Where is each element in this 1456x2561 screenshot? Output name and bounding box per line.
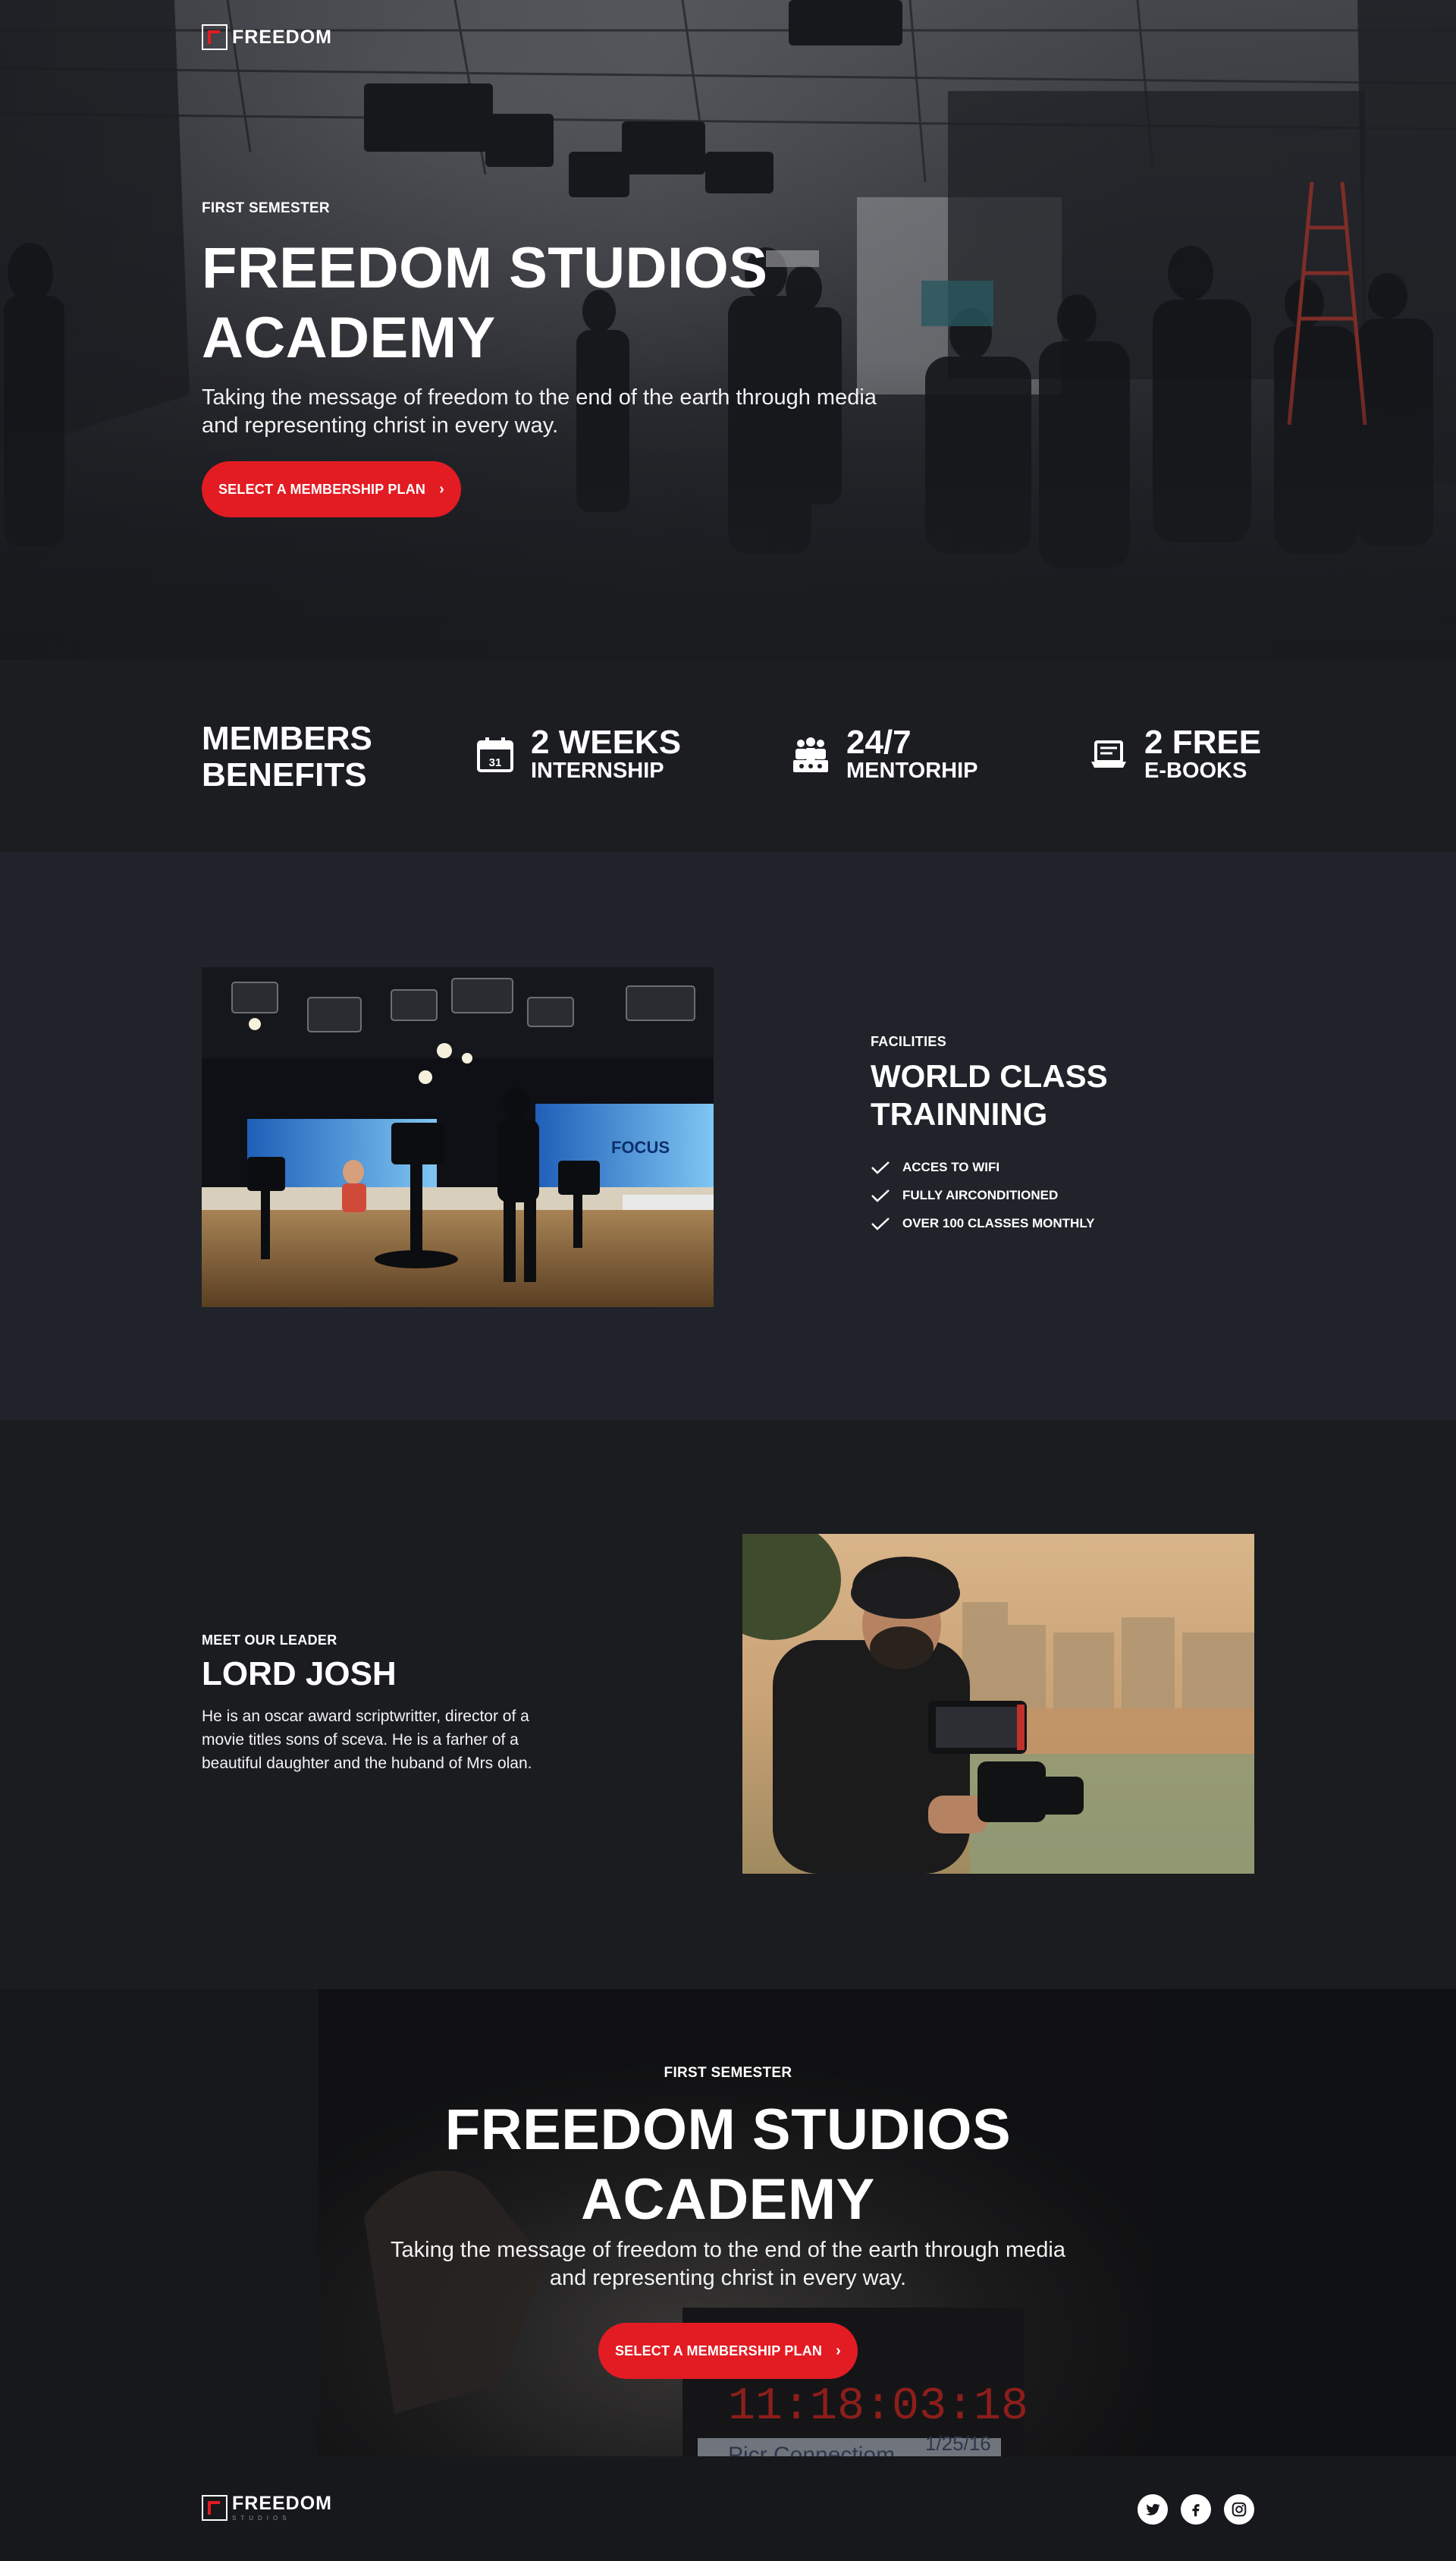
logo-subtext: STUDIOS	[232, 2515, 291, 2522]
select-membership-plan-button[interactable]: SELECT A MEMBERSHIP PLAN ›	[202, 461, 461, 517]
select-membership-plan-label: SELECT A MEMBERSHIP PLAN	[218, 481, 426, 497]
chevron-right-icon: ›	[836, 2343, 842, 2359]
list-item: ACCES TO WIFI	[871, 1153, 1265, 1181]
benefits-title: MEMBERS BENEFITS	[202, 721, 372, 793]
cta-subtitle: Taking the message of freedom to the end…	[0, 2236, 1456, 2292]
cta-title: FREEDOM STUDIOS ACADEMY	[0, 2095, 1456, 2235]
cta-content: FIRST SEMESTER FREEDOM STUDIOS ACADEMY T…	[0, 1989, 1456, 2456]
facilities-list: ACCES TO WIFI FULLY AIRCONDITIONED OVER …	[871, 1153, 1265, 1237]
cta-select-membership-plan-button[interactable]: SELECT A MEMBERSHIP PLAN ›	[598, 2323, 858, 2379]
hero-title-line1: FREEDOM STUDIOS	[202, 236, 768, 300]
footer: FREEDOM STUDIOS	[0, 2456, 1456, 2561]
hero-subtitle-line2: and representing christ in every way.	[202, 413, 559, 438]
instagram-icon[interactable]	[1224, 2494, 1254, 2525]
hero-title: FREEDOM STUDIOS ACADEMY	[202, 234, 960, 373]
logo-mark-icon	[202, 2495, 228, 2521]
cta-eyebrow: FIRST SEMESTER	[664, 2065, 792, 2081]
chevron-right-icon: ›	[439, 481, 445, 498]
cta-title-line1: FREEDOM STUDIOS	[444, 2098, 1012, 2162]
cta-subtitle-line2: and representing christ in every way.	[549, 2266, 907, 2290]
group-icon	[793, 737, 828, 772]
benefit-internship: 31 2 WEEKS INTERNSHIP	[476, 724, 682, 783]
page: FREEDOM FIRST SEMESTER FREEDOM STUDIOS A…	[0, 0, 1456, 2561]
hero-eyebrow: FIRST SEMESTER	[202, 200, 330, 216]
leader-photo	[742, 1534, 1254, 1874]
list-item-label: FULLY AIRCONDITIONED	[902, 1187, 1059, 1202]
leader-eyebrow: MEET OUR LEADER	[202, 1632, 337, 1648]
tv-studio-image: FOCUS	[202, 967, 714, 1307]
facilities-eyebrow: FACILITIES	[871, 1034, 947, 1049]
facilities-photo: FOCUS	[202, 967, 714, 1307]
logo-mark-icon	[202, 24, 228, 50]
benefit-label: E-BOOKS	[1144, 759, 1247, 783]
list-item: OVER 100 CLASSES MONTHLY	[871, 1209, 1265, 1237]
facilities-title-line2: TRAINNING	[871, 1096, 1048, 1132]
benefits-title-line2: BENEFITS	[202, 756, 367, 793]
hero-section: FREEDOM FIRST SEMESTER FREEDOM STUDIOS A…	[0, 0, 1456, 660]
ebook-icon	[1091, 740, 1126, 768]
benefit-ebooks: 2 FREE E-BOOKS	[1090, 724, 1262, 783]
cta-title-line2: ACADEMY	[581, 2167, 875, 2232]
leader-bio: He is an oscar award scriptwritter, dire…	[202, 1708, 532, 1772]
leader-name: LORD JOSH	[202, 1655, 397, 1692]
list-item-label: ACCES TO WIFI	[902, 1159, 1000, 1174]
facebook-icon[interactable]	[1181, 2494, 1211, 2525]
list-item-label: OVER 100 CLASSES MONTHLY	[902, 1215, 1095, 1230]
list-item: FULLY AIRCONDITIONED	[871, 1181, 1265, 1209]
facilities-title: WORLD CLASS TRAINNING	[871, 1057, 1265, 1133]
hero-subtitle-line1: Taking the message of freedom to the end…	[202, 385, 877, 410]
cta-subtitle-line1: Taking the message of freedom to the end…	[391, 2238, 1065, 2262]
benefits-title-line1: MEMBERS	[202, 720, 372, 757]
twitter-icon[interactable]	[1138, 2494, 1168, 2525]
studio-screen-text: FOCUS	[611, 1138, 670, 1157]
benefit-value: 24/7	[846, 724, 912, 761]
benefit-label: INTERNSHIP	[531, 759, 664, 783]
hero-title-line2: ACADEMY	[202, 306, 496, 370]
facilities-content: FACILITIES WORLD CLASS TRAINNING ACCES T…	[871, 1034, 1265, 1237]
check-icon	[871, 1161, 890, 1174]
check-icon	[871, 1217, 890, 1230]
members-benefits-section: MEMBERS BENEFITS 31 2 WEEKS INTERNSHIP 2…	[0, 660, 1456, 852]
facilities-section: FOCUS FACILITIES WORLD CLASS TRAINNING A…	[0, 852, 1456, 1420]
header-logo[interactable]: FREEDOM	[202, 24, 332, 50]
benefit-label: MENTORHIP	[846, 759, 978, 783]
benefit-mentorship: 24/7 MENTORHIP	[792, 724, 978, 783]
cta-section: B 3 11:18:03:18 Picr Connectiom 1/25/16 …	[0, 1989, 1456, 2456]
check-icon	[871, 1189, 890, 1202]
leader-content: MEET OUR LEADER LORD JOSH He is an oscar…	[202, 1632, 596, 1775]
logo-text: FREEDOM	[232, 26, 332, 48]
hero-subtitle: Taking the message of freedom to the end…	[202, 384, 960, 440]
benefit-value: 2 FREE	[1144, 724, 1262, 761]
facilities-title-line1: WORLD CLASS	[871, 1058, 1108, 1094]
cta-button-label: SELECT A MEMBERSHIP PLAN	[614, 2343, 823, 2358]
calendar-day-text: 31	[489, 756, 502, 769]
calendar-icon: 31	[477, 737, 513, 772]
logo-text: FREEDOM	[232, 2493, 332, 2514]
social-links	[1138, 2494, 1254, 2525]
leader-section: MEET OUR LEADER LORD JOSH He is an oscar…	[0, 1420, 1456, 1989]
footer-logo[interactable]: FREEDOM STUDIOS	[202, 2494, 332, 2522]
benefit-value: 2 WEEKS	[531, 724, 682, 761]
cameraman-image	[742, 1534, 1254, 1874]
hero-content: FIRST SEMESTER FREEDOM STUDIOS ACADEMY T…	[202, 200, 960, 440]
